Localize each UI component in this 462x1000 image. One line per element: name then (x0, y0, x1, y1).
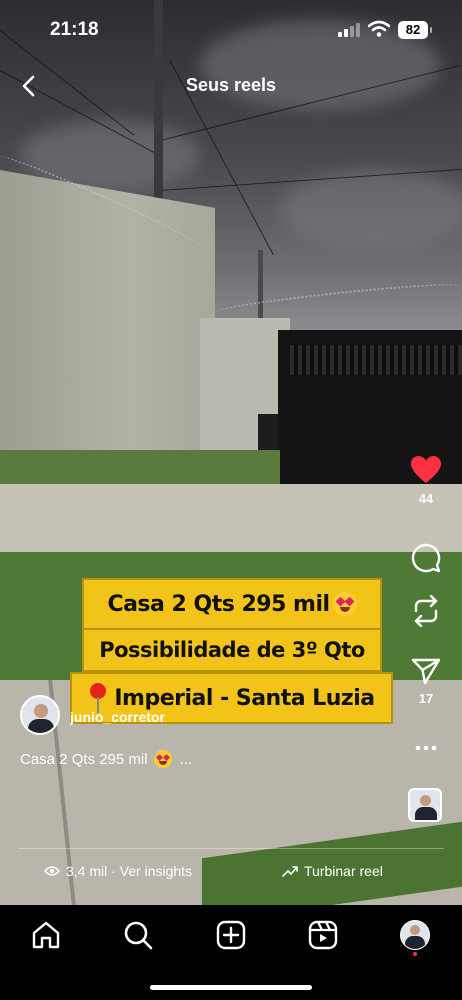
nav-reels[interactable] (306, 918, 340, 952)
status-time: 21:18 (50, 19, 99, 40)
home-indicator[interactable] (150, 985, 312, 990)
audio-avatar[interactable] (408, 788, 442, 822)
trend-icon (282, 866, 298, 877)
comment-icon (411, 543, 441, 573)
notification-dot (413, 952, 417, 956)
profile-avatar (400, 920, 430, 950)
caption-text: Casa 2 Qts 295 mil (107, 591, 330, 617)
divider (18, 848, 444, 849)
boost-text: Turbinar reel (304, 863, 383, 879)
author-row[interactable]: junio_corretor (20, 695, 165, 735)
send-icon (411, 658, 441, 685)
home-icon (32, 921, 60, 949)
add-icon (216, 920, 246, 950)
cloud (280, 170, 462, 250)
repost-button[interactable] (400, 595, 452, 627)
heart-eyes-emoji-icon (332, 592, 357, 616)
battery-indicator: 82 (398, 21, 432, 39)
like-button[interactable]: 44 (400, 455, 452, 506)
eye-icon (44, 866, 60, 876)
video-caption-line-1: Casa 2 Qts 295 mil (82, 578, 382, 630)
repost-icon (414, 595, 438, 627)
nav-create[interactable] (214, 918, 248, 952)
share-button[interactable]: 17 (400, 657, 452, 706)
nav-profile[interactable] (398, 918, 432, 952)
share-count: 17 (418, 691, 434, 706)
username[interactable]: junio_corretor (70, 709, 165, 725)
nav-home[interactable] (29, 918, 63, 952)
heart-icon (411, 456, 441, 483)
gate-slats (290, 345, 462, 375)
reel-video-frame[interactable] (0, 0, 462, 905)
description-text: Casa 2 Qts 295 mil (20, 750, 148, 768)
like-count: 44 (418, 491, 434, 506)
walkway (0, 484, 462, 559)
cellular-signal-icon (338, 23, 360, 37)
heart-eyes-emoji-icon (153, 750, 172, 768)
razor-wire (214, 279, 462, 319)
caption-text: Possibilidade de 3º Qto (99, 638, 365, 662)
search-icon (124, 921, 153, 950)
more-options-button[interactable] (400, 745, 452, 751)
page-title: Seus reels (185, 75, 277, 95)
status-bar: 21:18 82 (0, 0, 462, 60)
reel-description[interactable]: Casa 2 Qts 295 mil ... (20, 750, 192, 768)
reels-icon (308, 920, 338, 950)
nav-search[interactable] (121, 918, 155, 952)
view-insights-link[interactable]: 3,4 mil · Ver insights (44, 863, 192, 879)
more-icon (415, 745, 437, 751)
description-more[interactable]: ... (180, 751, 193, 768)
views-text: 3,4 mil · Ver insights (66, 863, 193, 879)
wifi-icon (368, 20, 390, 37)
video-caption-line-2: Possibilidade de 3º Qto (82, 628, 382, 672)
avatar[interactable] (20, 695, 60, 735)
comment-button[interactable] (400, 543, 452, 573)
boost-reel-button[interactable]: Turbinar reel (282, 863, 383, 879)
